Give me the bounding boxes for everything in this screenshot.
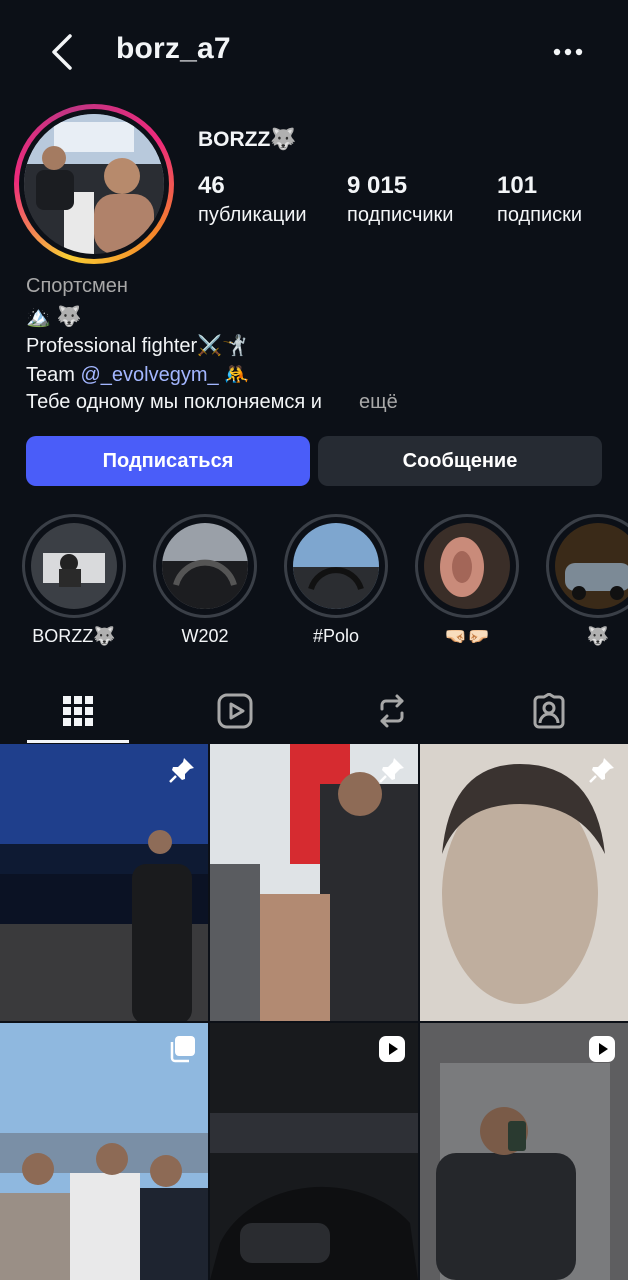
highlight-item[interactable]: W202 xyxy=(153,514,257,647)
stat-following[interactable]: 101 подписки xyxy=(497,172,582,227)
chevron-left-icon[interactable] xyxy=(44,30,80,74)
bio-line-team: Team @_evolvegym_ 🤼 xyxy=(26,362,249,387)
message-button[interactable]: Сообщение xyxy=(318,436,602,486)
highlight-cover xyxy=(162,523,248,609)
profile-category: Спортсмен xyxy=(26,275,128,297)
profile-avatar[interactable] xyxy=(14,104,174,264)
highlight-cover xyxy=(31,523,117,609)
active-tab-indicator xyxy=(27,740,129,743)
highlight-cover xyxy=(424,523,510,609)
grid-post[interactable] xyxy=(0,1023,208,1280)
tab-posts[interactable] xyxy=(0,680,156,742)
reel-play-icon xyxy=(589,1036,615,1062)
grid-post[interactable] xyxy=(210,744,418,1021)
reels-icon xyxy=(217,693,253,729)
grid-post[interactable] xyxy=(420,744,628,1021)
bio-line-fighter: Professional fighter⚔️🤺 xyxy=(26,335,248,357)
tab-reposts[interactable] xyxy=(314,680,470,742)
highlight-item[interactable]: BORZZ🐺 xyxy=(22,514,126,647)
grid-post[interactable] xyxy=(420,1023,628,1280)
grid-post[interactable] xyxy=(210,1023,418,1280)
highlight-item[interactable]: #Polo xyxy=(284,514,388,647)
bio-quote-text: Тебе одному мы поклоняемся и xyxy=(26,391,322,413)
pin-icon xyxy=(589,758,614,783)
profile-username: borz_a7 xyxy=(116,32,231,65)
stat-followers-label: подписчики xyxy=(347,204,454,226)
posts-grid xyxy=(0,744,628,1280)
repost-icon xyxy=(380,694,404,728)
top-bar: borz_a7 xyxy=(0,0,628,104)
highlight-cover xyxy=(555,523,628,609)
reel-play-icon xyxy=(379,1036,405,1062)
profile-tabs xyxy=(0,680,628,742)
avatar-image xyxy=(24,114,164,254)
follow-button[interactable]: Подписаться xyxy=(26,436,310,486)
highlight-cover xyxy=(293,523,379,609)
tab-tagged[interactable] xyxy=(471,680,627,742)
stat-posts-value: 46 xyxy=(198,172,225,199)
grid-icon xyxy=(63,696,93,726)
highlight-label: BORZZ🐺 xyxy=(32,626,116,646)
highlight-item[interactable]: 🤜🏻🤛🏻 xyxy=(415,514,519,647)
stat-following-label: подписки xyxy=(497,204,583,226)
grid-post[interactable] xyxy=(0,744,208,1021)
stat-followers[interactable]: 9 015 подписчики xyxy=(347,172,453,227)
highlight-label: W202 xyxy=(181,626,229,646)
highlight-label: #Polo xyxy=(312,626,360,646)
stat-followers-value: 9 015 xyxy=(347,172,408,199)
stat-posts[interactable]: 46 публикации xyxy=(198,172,307,227)
more-horizontal-icon[interactable] xyxy=(548,38,588,66)
bio-team-prefix: Team xyxy=(26,364,81,386)
highlight-label: 🤜🏻🤛🏻 xyxy=(444,626,490,646)
profile-display-name: BORZZ🐺 xyxy=(198,128,297,151)
stat-following-value: 101 xyxy=(497,172,538,199)
carousel-icon xyxy=(170,1036,195,1063)
bio-mention-link[interactable]: @_evolvegym_ xyxy=(80,364,218,386)
tagged-user-icon xyxy=(533,693,565,729)
highlight-label: 🐺 xyxy=(586,626,610,646)
bio-more-link[interactable]: ещё xyxy=(359,391,398,413)
stat-posts-label: публикации xyxy=(198,204,307,226)
highlight-item[interactable]: 🐺 xyxy=(546,514,628,647)
bio-line-quote: Тебе одному мы поклоняемся и ещё xyxy=(26,391,398,414)
pin-icon xyxy=(379,758,404,783)
tab-reels[interactable] xyxy=(157,680,313,742)
bio-line-emoji: 🏔️ 🐺 xyxy=(26,306,82,328)
pin-icon xyxy=(169,758,194,783)
bio-team-suffix: 🤼 xyxy=(218,364,250,386)
